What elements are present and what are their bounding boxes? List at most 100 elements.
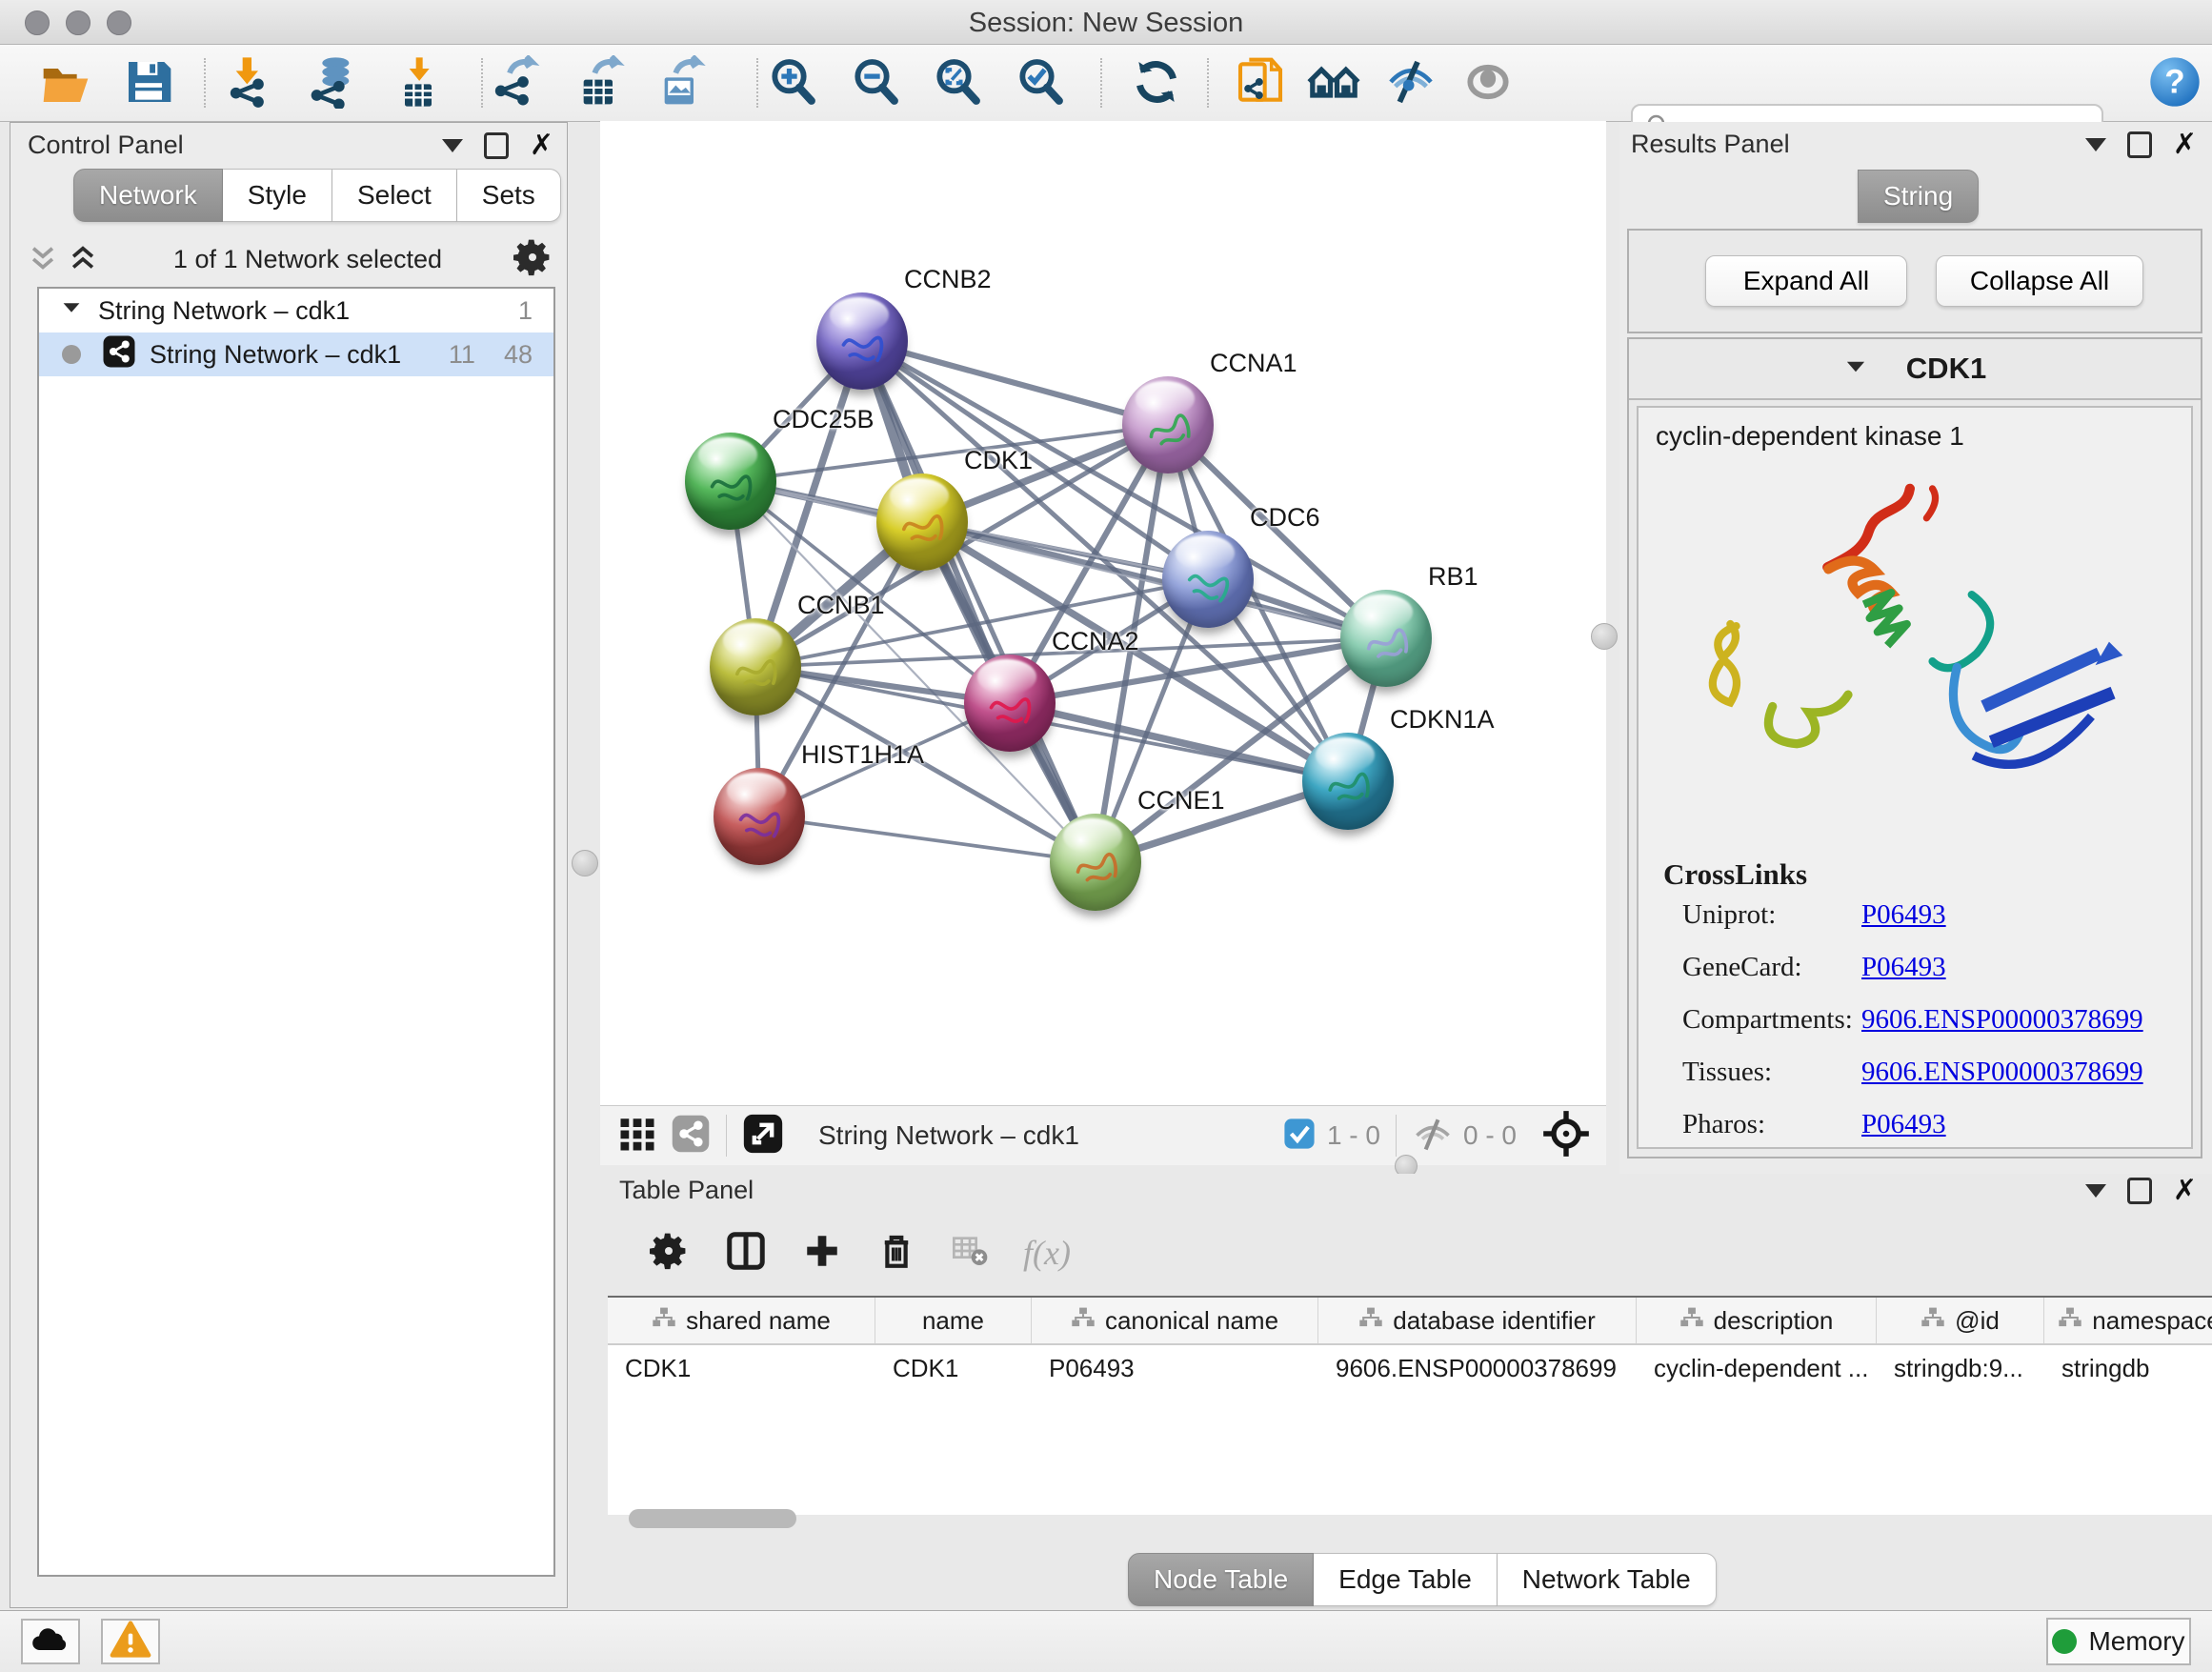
node-table[interactable]: shared namenamecanonical namedatabase id… xyxy=(608,1296,2212,1515)
export-network-button[interactable] xyxy=(487,54,546,113)
column-header-canonical-name[interactable]: canonical name xyxy=(1032,1298,1318,1343)
statusbar-separator xyxy=(1396,1115,1397,1157)
column-header-shared-name[interactable]: shared name xyxy=(608,1298,875,1343)
tab-network-table[interactable]: Network Table xyxy=(1498,1553,1717,1606)
add-row-plus-icon[interactable] xyxy=(802,1231,842,1276)
panel-menu-icon[interactable] xyxy=(2085,138,2106,151)
memory-button[interactable]: Memory xyxy=(2046,1618,2191,1665)
birdseye-grid-icon[interactable] xyxy=(617,1114,657,1158)
fit-content-crosshair-icon[interactable] xyxy=(1541,1109,1591,1163)
network-row[interactable]: String Network – cdk1 11 48 xyxy=(39,332,553,376)
network-node-cdc6[interactable] xyxy=(1162,531,1254,628)
tab-sets[interactable]: Sets xyxy=(457,169,561,222)
import-network-button[interactable] xyxy=(222,54,281,113)
network-edge[interactable] xyxy=(1010,703,1348,781)
panel-close-icon[interactable]: ✗ xyxy=(2173,131,2197,159)
refresh-button[interactable] xyxy=(1127,54,1186,113)
network-collection-row[interactable]: String Network – cdk1 1 xyxy=(39,289,553,332)
table-cell[interactable]: stringdb xyxy=(2044,1354,2212,1383)
network-node-ccnb2[interactable] xyxy=(816,292,908,390)
network-canvas[interactable]: CCNB2CCNA1CDC25BCDK1CDC6RB1CCNB1CCNA2CDK… xyxy=(600,121,1606,1105)
network-home-button[interactable] xyxy=(1304,54,1363,113)
splitter-grip[interactable] xyxy=(572,850,598,876)
cloud-button[interactable] xyxy=(21,1619,80,1664)
section-collapse-icon[interactable] xyxy=(1843,354,1868,384)
string-view-icon[interactable] xyxy=(671,1114,711,1158)
zoom-selected-button[interactable] xyxy=(1011,54,1070,113)
tab-network[interactable]: Network xyxy=(73,169,223,222)
import-database-button[interactable] xyxy=(304,54,363,113)
table-settings-gear-icon[interactable] xyxy=(648,1230,690,1277)
column-header-database-identifier[interactable]: database identifier xyxy=(1318,1298,1637,1343)
delete-table-icon[interactable] xyxy=(951,1232,989,1275)
panel-menu-icon[interactable] xyxy=(2085,1184,2106,1198)
warning-button[interactable] xyxy=(101,1619,160,1664)
crosslink-tissues[interactable]: 9606.ENSP00000378699 xyxy=(1861,1057,2143,1088)
expand-all-icon[interactable] xyxy=(64,243,104,275)
help-button[interactable]: ? xyxy=(2145,54,2204,113)
tab-select[interactable]: Select xyxy=(332,169,457,222)
table-cell[interactable]: CDK1 xyxy=(608,1354,875,1383)
panel-close-icon[interactable]: ✗ xyxy=(530,131,553,160)
column-header-namespace[interactable]: namespace xyxy=(2044,1298,2212,1343)
table-hscrollbar-thumb[interactable] xyxy=(629,1509,796,1528)
network-node-rb1[interactable] xyxy=(1340,590,1432,687)
column-header-name[interactable]: name xyxy=(875,1298,1032,1343)
network-edge[interactable] xyxy=(759,816,1096,862)
delete-column-trash-icon[interactable] xyxy=(876,1231,916,1276)
protein-section-header[interactable]: CDK1 xyxy=(1629,339,2201,400)
crosslink-pharos[interactable]: P06493 xyxy=(1861,1109,1946,1140)
hide-unselected-button[interactable] xyxy=(1381,54,1440,113)
panel-float-icon[interactable] xyxy=(484,132,509,159)
export-table-button[interactable] xyxy=(570,54,629,113)
network-node-cdk1[interactable] xyxy=(876,473,968,571)
network-node-ccnb1[interactable] xyxy=(710,618,801,715)
network-node-ccne1[interactable] xyxy=(1050,814,1141,911)
table-cell[interactable]: stringdb:9... xyxy=(1877,1354,2044,1383)
function-builder-icon[interactable]: f(x) xyxy=(1023,1233,1071,1273)
splitter-grip[interactable] xyxy=(1591,623,1618,650)
crosslink-uniprot[interactable]: P06493 xyxy=(1861,899,1946,931)
share-document-button[interactable] xyxy=(1231,54,1290,113)
tree-expander-icon[interactable] xyxy=(60,296,83,326)
visibility-button[interactable] xyxy=(1458,54,1518,113)
add-column-icon[interactable] xyxy=(724,1229,768,1278)
network-node-hist1h1a[interactable] xyxy=(714,768,805,865)
import-table-button[interactable] xyxy=(389,54,448,113)
crosslink-genecard[interactable]: P06493 xyxy=(1861,952,1946,983)
panel-close-icon[interactable]: ✗ xyxy=(2173,1177,2197,1205)
collapse-all-icon[interactable] xyxy=(24,243,64,275)
detach-view-icon[interactable] xyxy=(742,1113,784,1159)
table-cell[interactable]: cyclin-dependent ... xyxy=(1637,1354,1877,1383)
collapse-all-button[interactable]: Collapse All xyxy=(1936,255,2143,307)
selected-checkbox-icon[interactable] xyxy=(1283,1118,1316,1155)
zoom-in-button[interactable] xyxy=(763,54,822,113)
table-cell[interactable]: CDK1 xyxy=(875,1354,1032,1383)
network-node-ccna2[interactable] xyxy=(964,655,1056,752)
open-session-button[interactable] xyxy=(36,54,95,113)
save-session-button[interactable] xyxy=(119,54,178,113)
tab-edge-table[interactable]: Edge Table xyxy=(1314,1553,1498,1606)
column-header--id[interactable]: @id xyxy=(1877,1298,2044,1343)
panel-float-icon[interactable] xyxy=(2127,1178,2152,1204)
table-row[interactable]: CDK1CDK1P064939606.ENSP00000378699cyclin… xyxy=(608,1345,2212,1391)
export-image-button[interactable] xyxy=(651,54,710,113)
expand-all-button[interactable]: Expand All xyxy=(1705,255,1907,307)
zoom-fit-button[interactable] xyxy=(928,54,987,113)
network-options-gear-icon[interactable] xyxy=(512,236,553,283)
hidden-eye-icon[interactable] xyxy=(1412,1113,1454,1159)
zoom-out-button[interactable] xyxy=(846,54,905,113)
table-cell[interactable]: P06493 xyxy=(1032,1354,1318,1383)
network-node-ccna1[interactable] xyxy=(1122,376,1214,473)
panel-float-icon[interactable] xyxy=(2127,131,2152,158)
tab-node-table[interactable]: Node Table xyxy=(1128,1553,1314,1606)
table-cell[interactable]: 9606.ENSP00000378699 xyxy=(1318,1354,1637,1383)
column-header-description[interactable]: description xyxy=(1637,1298,1877,1343)
crosslink-compartments[interactable]: 9606.ENSP00000378699 xyxy=(1861,1004,2143,1036)
panel-menu-icon[interactable] xyxy=(442,139,463,152)
network-node-cdc25b[interactable] xyxy=(685,433,776,530)
tab-style[interactable]: Style xyxy=(223,169,332,222)
network-node-label: CCNB2 xyxy=(904,265,992,294)
tab-string[interactable]: String xyxy=(1858,170,1979,223)
network-node-cdkn1a[interactable] xyxy=(1302,733,1394,830)
